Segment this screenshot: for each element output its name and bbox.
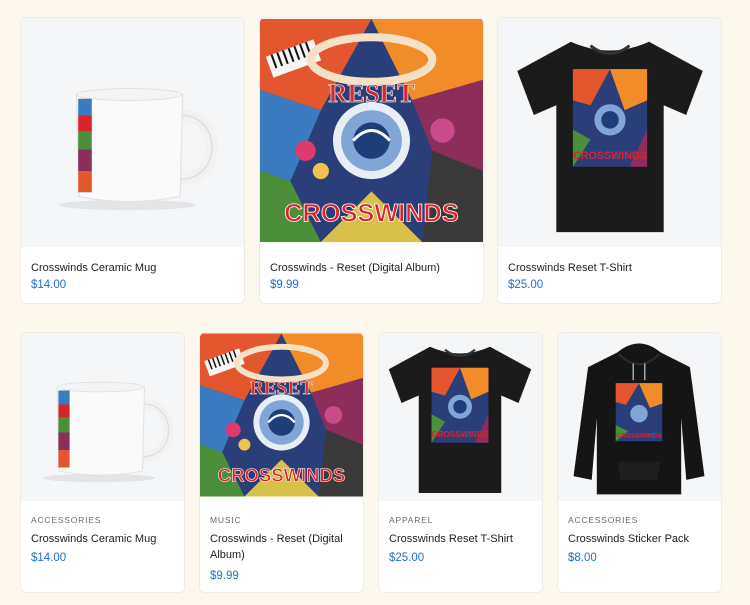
product-name[interactable]: Crosswinds - Reset (Digital Album) xyxy=(210,531,355,563)
product-price: $14.00 xyxy=(31,279,67,291)
product-name[interactable]: Crosswinds Sticker Pack xyxy=(568,531,713,547)
tshirt-image xyxy=(510,32,710,237)
product-price: $8.00 xyxy=(568,552,597,564)
product-image-hoodie[interactable] xyxy=(558,333,721,501)
product-card-tshirt-2[interactable]: APPAREL Crosswinds Reset T-Shirt $25.00 xyxy=(378,332,543,593)
product-price: $14.00 xyxy=(31,552,67,564)
tshirt-image xyxy=(385,339,535,497)
product-price: $9.99 xyxy=(270,279,299,291)
product-name[interactable]: Crosswinds Ceramic Mug xyxy=(31,531,176,547)
product-image-mug[interactable] xyxy=(21,333,184,501)
product-card-sticker-pack[interactable]: ACCESSORIES Crosswinds Sticker Pack $8.0… xyxy=(557,332,722,593)
product-image-album[interactable] xyxy=(260,18,483,243)
product-name[interactable]: Crosswinds Reset T-Shirt xyxy=(389,531,534,547)
product-category: MUSIC xyxy=(210,515,242,525)
product-category: APPAREL xyxy=(389,515,434,525)
product-name[interactable]: Crosswinds Ceramic Mug xyxy=(31,260,236,276)
product-name[interactable]: Crosswinds - Reset (Digital Album) xyxy=(270,260,475,276)
mug-image xyxy=(51,73,221,218)
product-card-mug[interactable]: Crosswinds Ceramic Mug $14.00 xyxy=(20,17,245,304)
product-card-mug-2[interactable]: ACCESSORIES Crosswinds Ceramic Mug $14.0… xyxy=(20,332,185,593)
product-image-mug[interactable] xyxy=(21,18,244,247)
product-image-tshirt[interactable] xyxy=(379,333,542,501)
album-cover-image xyxy=(260,18,483,243)
product-image-tshirt[interactable] xyxy=(498,18,721,247)
product-category: ACCESSORIES xyxy=(31,515,102,525)
product-price: $25.00 xyxy=(508,279,544,291)
product-category: ACCESSORIES xyxy=(568,515,639,525)
album-cover-image xyxy=(200,333,363,497)
product-price: $9.99 xyxy=(210,570,239,582)
mug-image xyxy=(36,373,176,485)
product-card-album-2[interactable]: MUSIC Crosswinds - Reset (Digital Album)… xyxy=(199,332,364,593)
product-name[interactable]: Crosswinds Reset T-Shirt xyxy=(508,260,713,276)
product-price: $25.00 xyxy=(389,552,425,564)
product-card-album[interactable]: Crosswinds - Reset (Digital Album) $9.99 xyxy=(259,17,484,304)
hoodie-image xyxy=(564,338,714,498)
product-card-tshirt[interactable]: Crosswinds Reset T-Shirt $25.00 xyxy=(497,17,722,304)
product-image-album[interactable] xyxy=(200,333,363,497)
